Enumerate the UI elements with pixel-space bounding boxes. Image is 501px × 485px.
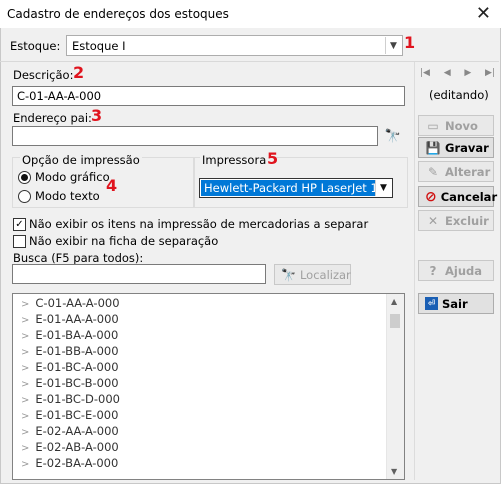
exit-button[interactable]: ⏎ Sair [418,293,494,314]
chevron-down-icon[interactable]: ▼ [385,37,401,54]
scroll-thumb[interactable] [390,314,400,328]
marker-3: 3 [91,106,103,125]
exit-door-icon: ⏎ [425,297,438,310]
binoculars-icon: 🔭 [281,267,296,282]
delete-button[interactable]: ✕ Excluir [418,210,494,231]
tree-item[interactable]: > E-02-AB-A-000 [21,439,119,455]
marker-2: 2 [73,63,85,82]
help-icon: ? [429,263,437,278]
tree-item[interactable]: > E-02-AA-A-000 [21,423,119,439]
printer-select[interactable]: Hewlett-Packard HP LaserJet 1 ▼ [199,178,393,198]
printer-label: Impressora [200,153,269,167]
tree-item[interactable]: > C-01-AA-A-000 [21,295,120,311]
search-input[interactable] [12,264,266,284]
record-navigator: |◀ ◀ ▶ ▶| [420,68,495,78]
new-button[interactable]: ▭ Novo [418,115,494,136]
delete-x-icon: ✕ [427,213,439,228]
chevron-down-icon[interactable]: ▼ [375,180,391,196]
hide-sheet-checkbox[interactable] [13,235,26,248]
floppy-disk-icon: 💾 [425,140,441,155]
close-icon[interactable]: ✕ [476,3,491,24]
scroll-up-icon[interactable]: ▲ [391,297,397,306]
binoculars-icon[interactable]: 🔭 [382,126,404,146]
pencil-icon: ✎ [427,164,439,179]
edit-status: (editando) [429,88,489,102]
hide-items-label[interactable]: Não exibir os itens na impressão de merc… [29,217,368,231]
cancel-button[interactable]: ⊘ Cancelar [418,186,497,207]
vertical-scrollbar[interactable]: ▲ ▼ [386,294,404,479]
locate-button[interactable]: 🔭 Localizar [274,264,351,285]
prev-record-icon[interactable]: ◀ [444,68,451,78]
tree-item[interactable]: > E-01-BC-B-000 [21,375,119,391]
locate-button-label: Localizar [299,267,351,282]
edit-button[interactable]: ✎ Alterar [418,161,494,182]
next-record-icon[interactable]: ▶ [464,68,471,78]
print-option-label: Opção de impressão [20,153,142,167]
tree-item[interactable]: > E-01-BA-A-000 [21,327,118,343]
stock-select-value: Estoque I [72,39,126,53]
save-button[interactable]: 💾 Gravar [418,137,494,158]
stock-label: Estoque: [10,39,61,53]
tree-item[interactable]: > E-02-BA-A-000 [21,455,118,471]
scroll-down-icon[interactable]: ▼ [391,467,397,476]
help-button[interactable]: ? Ajuda [418,260,494,281]
description-input[interactable]: C-01-AA-A-000 [12,86,405,106]
last-record-icon[interactable]: ▶| [485,68,495,78]
printer-select-value: Hewlett-Packard HP LaserJet 1 [201,180,375,196]
hide-items-checkbox[interactable]: ✓ [13,218,26,231]
new-document-icon: ▭ [427,118,439,133]
stock-select[interactable]: Estoque I ▼ [66,35,403,56]
first-record-icon[interactable]: |◀ [420,68,430,78]
tree-item[interactable]: > E-01-BC-E-000 [21,407,118,423]
text-mode-label[interactable]: Modo texto [35,189,100,203]
marker-4: 4 [106,176,118,195]
tree-item[interactable]: > E-01-BC-A-000 [21,359,119,375]
tree-item[interactable]: > E-01-AA-A-000 [21,311,119,327]
text-mode-radio[interactable] [18,190,31,203]
address-tree[interactable]: > C-01-AA-A-000 > E-01-AA-A-000 > E-01-BA-A… [12,293,405,480]
marker-1: 1 [404,33,416,52]
marker-5: 5 [267,149,279,168]
parent-address-input[interactable] [12,126,378,146]
graphic-mode-radio[interactable] [18,171,31,184]
graphic-mode-label[interactable]: Modo gráfico [35,170,110,184]
parent-address-label: Endereço pai: [13,111,92,125]
window-title: Cadastro de endereços dos estoques [7,7,229,21]
tree-item[interactable]: > E-01-BC-D-000 [21,391,120,407]
cancel-icon: ⊘ [425,188,437,205]
hide-sheet-label[interactable]: Não exibir na ficha de separação [29,234,218,248]
description-label: Descrição: [13,68,74,82]
search-label: Busca (F5 para todos): [13,251,144,265]
title-bar: Cadastro de endereços dos estoques ✕ [0,0,501,28]
tree-item[interactable]: > E-01-BB-A-000 [21,343,119,359]
